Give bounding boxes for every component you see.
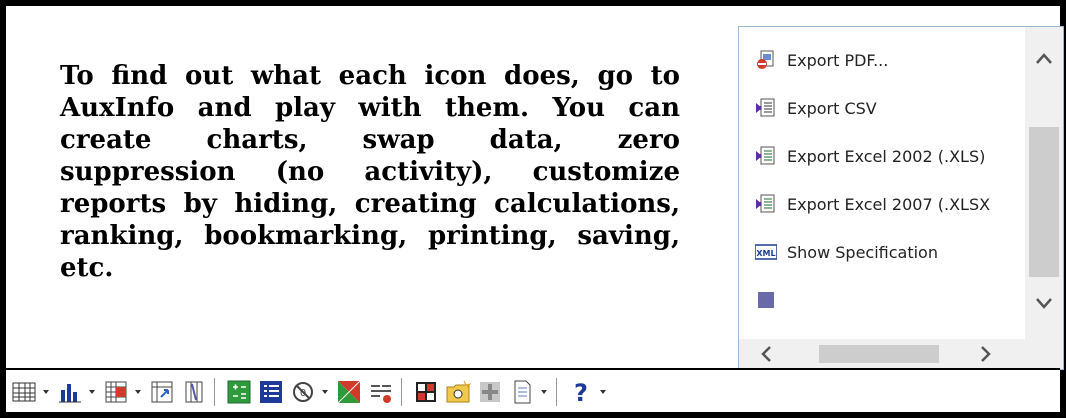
- help-dropdown-icon[interactable]: [597, 378, 609, 406]
- horizontal-scrollbar[interactable]: [739, 339, 1025, 369]
- menu-item-show-specification[interactable]: XML Show Specification: [739, 237, 1025, 267]
- instruction-text: To find out what each icon does, go to A…: [60, 61, 680, 283]
- csv-export-icon: [755, 97, 777, 119]
- xml-icon-text: XML: [756, 249, 775, 258]
- scroll-up-icon[interactable]: [1034, 49, 1054, 74]
- help-glyph: ?: [574, 379, 588, 406]
- menu-item-export-excel-2002[interactable]: Export Excel 2002 (.XLS): [739, 141, 1025, 171]
- horizontal-scroll-thumb[interactable]: [819, 345, 939, 363]
- scroll-right-icon[interactable]: [975, 344, 995, 369]
- page-icon[interactable]: [508, 378, 536, 406]
- hide-icon[interactable]: [476, 378, 504, 406]
- vertical-scroll-thumb[interactable]: [1029, 127, 1059, 277]
- toolbar-separator: [214, 378, 215, 406]
- scroll-left-icon[interactable]: [757, 344, 777, 369]
- grid-view-icon[interactable]: [10, 378, 38, 406]
- bar-chart-dropdown-icon[interactable]: [86, 378, 98, 406]
- bar-chart-icon[interactable]: [56, 378, 84, 406]
- layout-icon[interactable]: [412, 378, 440, 406]
- help-icon[interactable]: ?: [567, 378, 595, 407]
- toolbar-separator: [556, 378, 557, 406]
- export-menu-panel: Export PDF... Export CSV Export Excel 20…: [738, 26, 1064, 370]
- list-icon[interactable]: [257, 378, 285, 406]
- menu-item-label: Export PDF...: [787, 50, 889, 70]
- partial-menu-icon: [755, 289, 777, 311]
- ranking-icon[interactable]: [335, 378, 363, 406]
- excel-2002-icon: [755, 145, 777, 167]
- scrollbar-corner: [1025, 339, 1063, 369]
- menu-item-partial[interactable]: [739, 285, 1025, 315]
- pivot-icon[interactable]: [148, 378, 176, 406]
- swap-data-dropdown-icon[interactable]: [132, 378, 144, 406]
- menu-item-export-csv[interactable]: Export CSV: [739, 93, 1025, 123]
- vertical-scrollbar[interactable]: [1025, 27, 1063, 339]
- bookmark-icon[interactable]: [444, 378, 472, 406]
- excel-2007-icon: [755, 193, 777, 215]
- scroll-down-icon[interactable]: [1034, 293, 1054, 318]
- filter-icon[interactable]: [367, 378, 395, 406]
- xml-icon: XML: [754, 241, 778, 263]
- toolbar-divider-line: [6, 368, 1060, 370]
- toolbar-separator: [401, 378, 402, 406]
- svg-text:0: 0: [300, 388, 306, 399]
- menu-item-label: Show Specification: [787, 242, 938, 262]
- page-dropdown-icon[interactable]: [538, 378, 550, 406]
- menu-item-export-pdf[interactable]: Export PDF...: [739, 45, 1025, 75]
- grid-view-dropdown-icon[interactable]: [40, 378, 52, 406]
- zero-suppression-dropdown-icon[interactable]: [319, 378, 331, 406]
- menu-item-export-excel-2007[interactable]: Export Excel 2007 (.XLSX: [739, 189, 1025, 219]
- export-menu-list: Export PDF... Export CSV Export Excel 20…: [739, 27, 1025, 339]
- menu-item-label: Export Excel 2002 (.XLS): [787, 146, 986, 166]
- zero-suppression-icon[interactable]: 0: [289, 378, 317, 406]
- swap-data-icon[interactable]: [102, 378, 130, 406]
- report-toolbar: 0 ?: [6, 372, 726, 412]
- menu-item-label: Export Excel 2007 (.XLSX: [787, 194, 991, 214]
- pdf-export-icon: [755, 49, 777, 71]
- column-icon[interactable]: [180, 378, 208, 406]
- calculation-icon[interactable]: [225, 378, 253, 406]
- menu-item-label: Export CSV: [787, 98, 877, 118]
